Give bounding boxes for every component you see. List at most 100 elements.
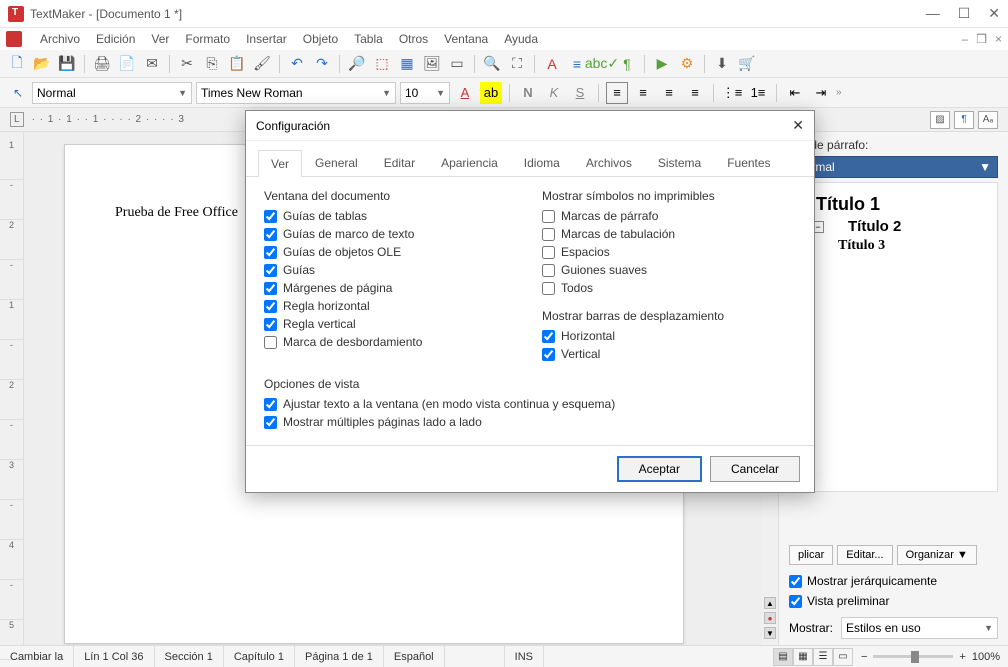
- scroll-down-icon[interactable]: ▼: [764, 627, 776, 639]
- underline-icon[interactable]: S: [569, 82, 591, 104]
- settings-icon[interactable]: ⚙: [676, 53, 698, 75]
- redo-icon[interactable]: ↷: [311, 53, 333, 75]
- view-master-icon[interactable]: ▦: [793, 648, 813, 666]
- style-titulo3[interactable]: Título 3: [838, 238, 885, 254]
- align-right-icon[interactable]: ≡: [658, 82, 680, 104]
- tab-sistema[interactable]: Sistema: [645, 149, 714, 176]
- tab-stop-icon[interactable]: L: [10, 112, 24, 127]
- sidebar-toggle-2[interactable]: ¶: [954, 111, 974, 129]
- show-combo[interactable]: Estilos en uso▼: [841, 617, 998, 639]
- menu-tabla[interactable]: Tabla: [346, 32, 391, 46]
- tab-idioma[interactable]: Idioma: [511, 149, 573, 176]
- font-combo[interactable]: Times New Roman▼: [196, 82, 396, 104]
- mdi-close[interactable]: ×: [995, 32, 1002, 46]
- tab-general[interactable]: General: [302, 149, 371, 176]
- view-outline-icon[interactable]: ☰: [813, 648, 833, 666]
- tab-apariencia[interactable]: Apariencia: [428, 149, 511, 176]
- tab-fuentes[interactable]: Fuentes: [714, 149, 783, 176]
- ventana-option-5[interactable]: Regla horizontal: [264, 299, 518, 313]
- menu-otros[interactable]: Otros: [391, 32, 436, 46]
- simbolos-option-4[interactable]: Todos: [542, 281, 796, 295]
- indent-dec-icon[interactable]: ⇤: [784, 82, 806, 104]
- mdi-restore[interactable]: ❐: [976, 32, 987, 46]
- menu-insertar[interactable]: Insertar: [238, 32, 295, 46]
- cancel-button[interactable]: Cancelar: [710, 456, 800, 482]
- email-icon[interactable]: ✉: [141, 53, 163, 75]
- accept-button[interactable]: Aceptar: [617, 456, 702, 482]
- cut-icon[interactable]: ✂: [176, 53, 198, 75]
- new-icon[interactable]: 🗋: [6, 53, 28, 75]
- tab-ver[interactable]: Ver: [258, 150, 302, 177]
- styles-tree[interactable]: −Título 1 −Título 2 Título 3: [789, 182, 998, 492]
- scroll-option-1[interactable]: Vertical: [542, 347, 796, 361]
- current-style-combo[interactable]: Normal▼: [789, 156, 998, 178]
- spellcheck-icon[interactable]: abc✓: [591, 53, 613, 75]
- simbolos-option-2[interactable]: Espacios: [542, 245, 796, 259]
- zoom-in-icon[interactable]: +: [959, 651, 965, 663]
- align-left-icon[interactable]: ≡: [606, 82, 628, 104]
- find-icon[interactable]: 🔎: [346, 53, 368, 75]
- print-icon[interactable]: 🖨: [91, 53, 113, 75]
- menu-ventana[interactable]: Ventana: [436, 32, 496, 46]
- maximize-button[interactable]: ☐: [958, 5, 971, 22]
- preview-icon[interactable]: ▶: [651, 53, 673, 75]
- simbolos-option-3[interactable]: Guiones suaves: [542, 263, 796, 277]
- char-format-icon[interactable]: A: [541, 53, 563, 75]
- align-center-icon[interactable]: ≡: [632, 82, 654, 104]
- vista-option-1[interactable]: Mostrar múltiples páginas lado a lado: [264, 415, 796, 429]
- style-titulo2[interactable]: Título 2: [848, 218, 901, 235]
- download-icon[interactable]: ⬇: [711, 53, 733, 75]
- bold-icon[interactable]: N: [517, 82, 539, 104]
- status-language[interactable]: Español: [384, 646, 445, 667]
- menu-objeto[interactable]: Objeto: [295, 32, 346, 46]
- fullscreen-icon[interactable]: ⛶: [506, 53, 528, 75]
- ventana-option-3[interactable]: Guías: [264, 263, 518, 277]
- paste-icon[interactable]: 📋: [226, 53, 248, 75]
- image-icon[interactable]: 🖼: [421, 53, 443, 75]
- zoom-slider[interactable]: [873, 655, 953, 658]
- scroll-up-icon[interactable]: ▲: [764, 597, 776, 609]
- tab-archivos[interactable]: Archivos: [573, 149, 645, 176]
- undo-icon[interactable]: ↶: [286, 53, 308, 75]
- dialog-close-icon[interactable]: ✕: [792, 117, 804, 134]
- status-insert-mode[interactable]: INS: [505, 646, 544, 667]
- app-menu-icon[interactable]: [6, 31, 22, 47]
- save-icon[interactable]: 💾: [56, 53, 78, 75]
- highlight-icon[interactable]: ab: [480, 82, 502, 104]
- size-combo[interactable]: 10▼: [400, 82, 450, 104]
- scroll-dot-icon[interactable]: ●: [764, 612, 776, 624]
- style-titulo1[interactable]: Título 1: [816, 194, 880, 215]
- view-normal-icon[interactable]: ▤: [773, 648, 793, 666]
- menu-edicion[interactable]: Edición: [88, 32, 143, 46]
- view-continuous-icon[interactable]: ▭: [833, 648, 853, 666]
- sidebar-toggle-3[interactable]: Aₐ: [978, 111, 998, 129]
- pilcrow-icon[interactable]: ¶: [616, 53, 638, 75]
- pdf-icon[interactable]: 📄: [116, 53, 138, 75]
- ventana-option-4[interactable]: Márgenes de página: [264, 281, 518, 295]
- format-painter-icon[interactable]: 🖌: [251, 53, 273, 75]
- zoom-icon[interactable]: 🔍: [481, 53, 503, 75]
- edit-button[interactable]: Editar...: [837, 545, 892, 565]
- minimize-button[interactable]: —: [926, 5, 940, 22]
- simbolos-option-0[interactable]: Marcas de párrafo: [542, 209, 796, 223]
- insert-icon[interactable]: ▭: [446, 53, 468, 75]
- organize-button[interactable]: Organizar ▼: [897, 545, 977, 565]
- align-justify-icon[interactable]: ≡: [684, 82, 706, 104]
- preview-checkbox[interactable]: Vista preliminar: [789, 594, 998, 608]
- tab-editar[interactable]: Editar: [371, 149, 428, 176]
- indent-inc-icon[interactable]: ⇥: [810, 82, 832, 104]
- ventana-option-7[interactable]: Marca de desbordamiento: [264, 335, 518, 349]
- symbol-icon[interactable]: ⬚: [371, 53, 393, 75]
- menu-formato[interactable]: Formato: [177, 32, 238, 46]
- menu-archivo[interactable]: Archivo: [32, 32, 88, 46]
- italic-icon[interactable]: K: [543, 82, 565, 104]
- font-color-icon[interactable]: A: [454, 82, 476, 104]
- mdi-minimize[interactable]: –: [962, 32, 969, 46]
- close-button[interactable]: ✕: [988, 5, 1000, 22]
- ventana-option-0[interactable]: Guías de tablas: [264, 209, 518, 223]
- copy-icon[interactable]: ⎘: [201, 53, 223, 75]
- ventana-option-2[interactable]: Guías de objetos OLE: [264, 245, 518, 259]
- numbering-icon[interactable]: 1≡: [747, 82, 769, 104]
- scroll-option-0[interactable]: Horizontal: [542, 329, 796, 343]
- menu-ayuda[interactable]: Ayuda: [496, 32, 546, 46]
